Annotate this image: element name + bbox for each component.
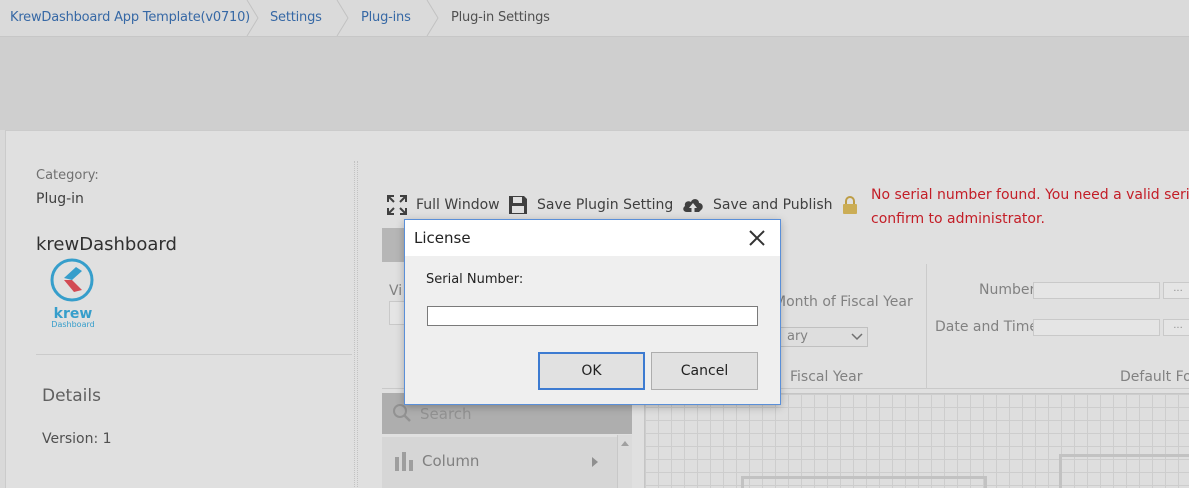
- license-dialog: License Serial Number: OK Cancel: [404, 219, 781, 405]
- serial-number-label: Serial Number:: [426, 272, 524, 287]
- dialog-header: License: [405, 220, 780, 256]
- dialog-title: License: [414, 229, 471, 247]
- close-icon[interactable]: [747, 228, 767, 248]
- ok-button[interactable]: OK: [538, 352, 645, 390]
- serial-number-input[interactable]: [427, 306, 758, 326]
- cancel-button[interactable]: Cancel: [651, 352, 758, 390]
